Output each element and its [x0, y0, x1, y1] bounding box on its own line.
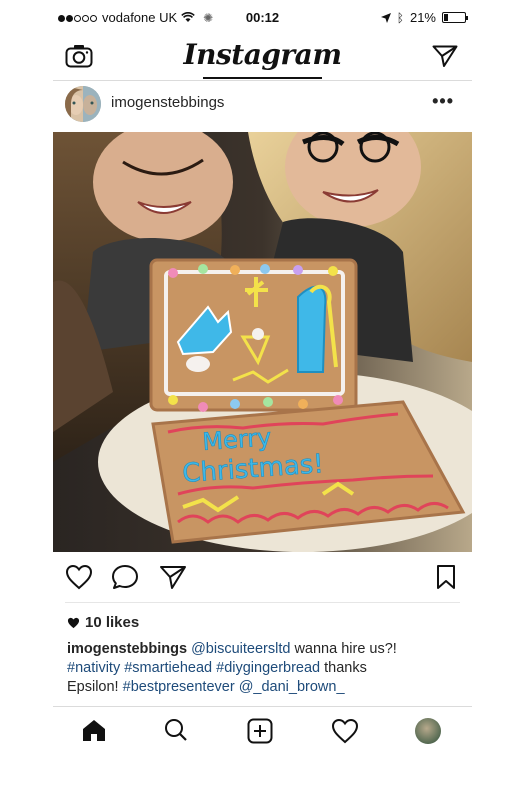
- post-actions: [53, 560, 472, 596]
- likes-count[interactable]: 10 likes: [67, 614, 139, 631]
- battery-percent: 21%: [409, 10, 436, 25]
- app-header: Instagram: [53, 34, 472, 81]
- caption-text: wanna hire us?!: [290, 641, 397, 657]
- post-username[interactable]: imogenstebbings: [111, 94, 224, 111]
- more-options-icon[interactable]: •••: [432, 91, 454, 112]
- photo-illustration: Merry Christmas!: [53, 132, 472, 552]
- hashtag-link[interactable]: #bestpresentever: [123, 679, 235, 695]
- heart-icon[interactable]: [65, 564, 93, 590]
- tab-bar: [53, 706, 472, 755]
- search-icon[interactable]: [163, 718, 189, 742]
- avatar[interactable]: [65, 86, 101, 122]
- likes-text: 10 likes: [85, 614, 140, 631]
- caption-username[interactable]: imogenstebbings: [67, 641, 187, 657]
- home-icon[interactable]: [81, 718, 107, 742]
- add-post-icon[interactable]: [247, 718, 273, 744]
- post-header: imogenstebbings •••: [53, 81, 472, 131]
- bluetooth-icon: ᛒ: [396, 10, 404, 25]
- bookmark-icon[interactable]: [436, 564, 456, 590]
- hashtag-link[interactable]: #diygingerbread: [216, 660, 320, 676]
- direct-message-icon[interactable]: [432, 44, 458, 68]
- caption-text: Epsilon!: [67, 679, 123, 695]
- battery-fill: [444, 14, 448, 21]
- caption-text: thanks: [320, 660, 367, 676]
- avatar-image: [65, 86, 101, 122]
- hashtag-link[interactable]: #smartiehead: [124, 660, 212, 676]
- status-right: ᛒ 21%: [380, 10, 468, 25]
- cookie-text-line1: Merry: [201, 423, 272, 456]
- likes-heart-icon: [67, 617, 80, 628]
- battery-icon: [442, 12, 468, 23]
- status-bar: vodafone UK ✺ 00:12 ᛒ 21%: [53, 8, 472, 30]
- mention-link[interactable]: @biscuiteersltd: [191, 641, 290, 657]
- activity-icon[interactable]: [331, 718, 359, 744]
- post-photo[interactable]: Merry Christmas!: [53, 132, 472, 552]
- share-icon[interactable]: [159, 564, 187, 590]
- post-caption: imogenstebbings @biscuiteersltd wanna hi…: [67, 640, 462, 697]
- logo-underline: [203, 77, 322, 79]
- instagram-screen: vodafone UK ✺ 00:12 ᛒ 21% Instagram imog…: [53, 0, 472, 797]
- hashtag-link[interactable]: #nativity: [67, 660, 120, 676]
- divider: [65, 602, 460, 603]
- location-arrow-icon: [380, 12, 391, 23]
- mention-link[interactable]: @_dani_brown_: [239, 679, 345, 695]
- instagram-logo: Instagram: [183, 38, 342, 71]
- comment-icon[interactable]: [111, 564, 139, 590]
- profile-icon[interactable]: [415, 718, 441, 744]
